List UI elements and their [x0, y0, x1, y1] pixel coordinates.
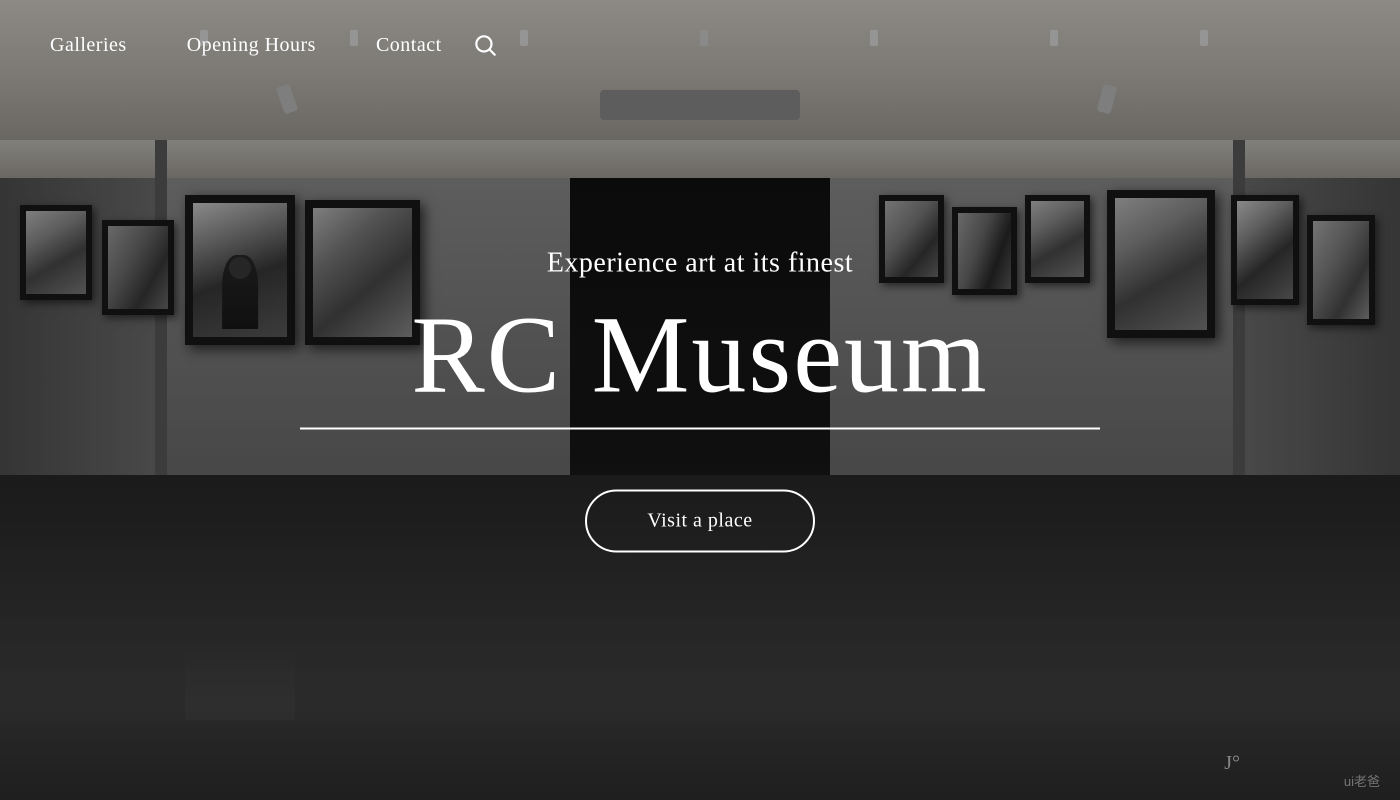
nav-item-galleries[interactable]: Galleries [50, 34, 127, 57]
nav-item-opening-hours[interactable]: Opening Hours [187, 34, 316, 57]
search-icon [472, 32, 498, 58]
hero-subtitle: Experience art at its finest [300, 248, 1100, 280]
nav-links: Galleries Opening Hours Contact [50, 34, 442, 57]
navigation: Galleries Opening Hours Contact [0, 0, 1400, 90]
search-button[interactable] [472, 32, 498, 58]
hero-title-wrapper: RC Museum [300, 300, 1100, 430]
hero-content: Experience art at its finest RC Museum V… [300, 248, 1100, 553]
watermark-ui8: ui老爸 [1344, 771, 1380, 790]
visit-button[interactable]: Visit a place [585, 490, 814, 553]
nav-link-contact[interactable]: Contact [376, 34, 442, 56]
watermark-brand: ui老爸 [1344, 774, 1380, 789]
title-underline [300, 428, 1100, 430]
frame-reflection [185, 640, 295, 720]
hero-title: RC Museum [411, 300, 988, 410]
nav-item-contact[interactable]: Contact [376, 34, 442, 57]
nav-link-opening-hours[interactable]: Opening Hours [187, 34, 316, 56]
hero-section: Galleries Opening Hours Contact Experien… [0, 0, 1400, 800]
nav-link-galleries[interactable]: Galleries [50, 34, 127, 56]
watermark-j: J° [1224, 752, 1240, 775]
